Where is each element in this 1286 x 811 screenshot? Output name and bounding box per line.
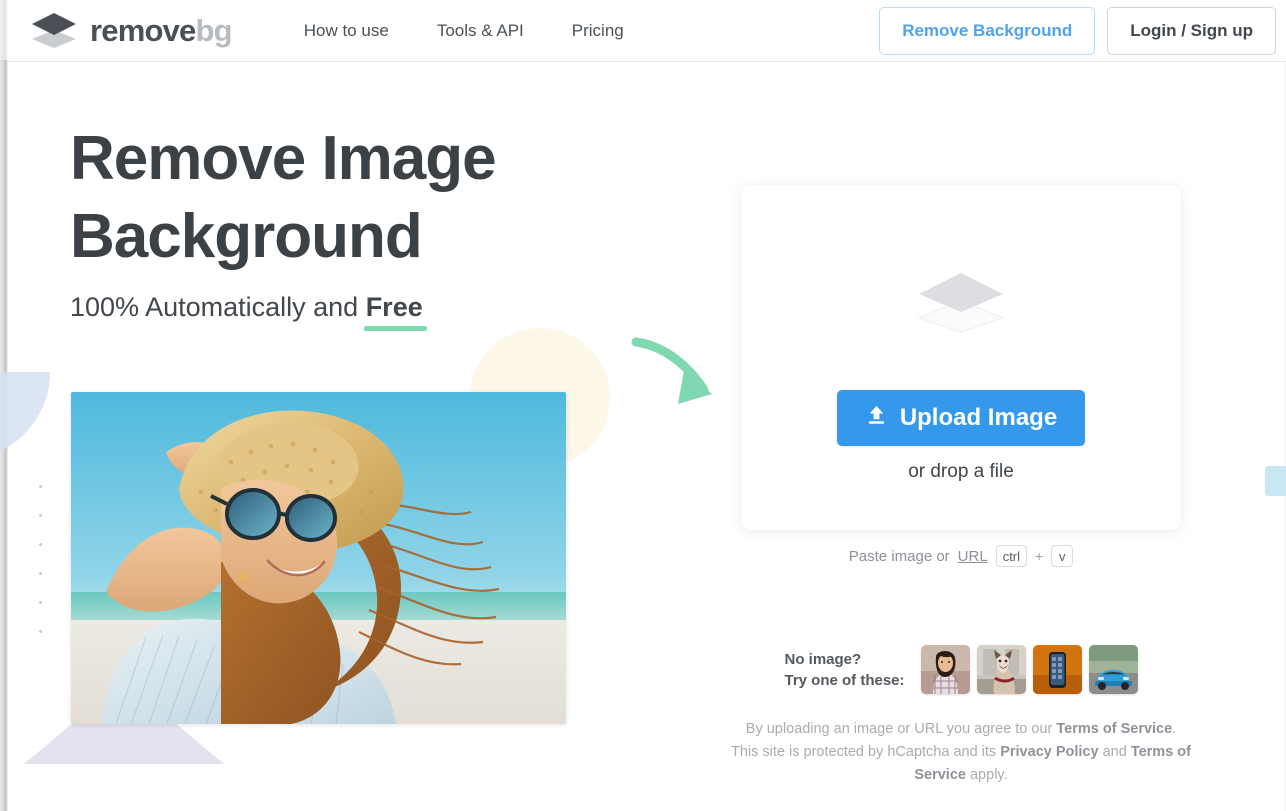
brand-name-secondary: bg [195,13,233,48]
brand-text: removebg [90,13,233,48]
decorative-dot-grid [24,470,66,642]
page-title-line-2: Background [70,202,423,271]
sample-thumbnail-cat[interactable] [976,645,1026,694]
legal-part-4: apply. [965,767,1008,783]
sample-label-line-1: No image? [784,650,862,668]
sample-thumbnail-phone[interactable] [1032,645,1082,694]
brand-name-primary: remove [90,13,196,48]
sample-thumbnail-car[interactable] [1088,645,1138,694]
decorative-quarter-circle [0,372,50,460]
paste-url-link[interactable]: URL [958,548,988,565]
page-root: removebg How to use Tools & API Pricing … [0,0,1286,811]
layers-icon [915,270,1007,334]
curved-arrow-icon [628,336,724,416]
hero-subtitle: 100% Automatically and Free [70,292,630,331]
sample-images-label: No image? Try one of these: [784,649,904,691]
hero-subtitle-highlight: Free [363,292,427,331]
upload-dropzone-card[interactable]: Upload Image or drop a file [741,185,1181,530]
upload-image-button[interactable]: Upload Image [836,390,1086,446]
legal-part-3: and [1098,744,1131,760]
paste-hint-row: Paste image or URL ctrl + v [741,545,1181,567]
sample-thumbnail-woman[interactable] [920,645,970,694]
upload-image-button-label: Upload Image [899,404,1058,431]
sample-thumbnail-list [920,645,1138,694]
feedback-tab[interactable] [1265,466,1286,496]
shortcut-plus: + [1035,548,1044,564]
paste-hint-text: Paste image or [848,547,950,565]
terms-of-service-link-1[interactable]: Terms of Service [1056,721,1172,737]
brand-logo[interactable]: removebg [30,10,233,52]
header-actions: Remove Background Login / Sign up [879,7,1276,55]
hero-subtitle-prefix: 100% Automatically and [70,292,366,322]
upload-icon [865,403,888,433]
remove-background-button[interactable]: Remove Background [879,7,1096,55]
sample-label-line-2: Try one of these: [784,671,905,689]
nav-pricing[interactable]: Pricing [572,21,624,41]
login-signup-button[interactable]: Login / Sign up [1107,7,1276,55]
hero-photo [71,392,566,724]
window-left-edge-top [0,0,8,60]
page-title: Remove Image Background [70,120,630,276]
page-title-line-1: Remove Image [70,124,497,193]
main-navigation: How to use Tools & API Pricing [304,21,624,41]
nav-how-to-use[interactable]: How to use [304,21,389,41]
privacy-policy-link[interactable]: Privacy Policy [1000,744,1098,760]
nav-tools-api[interactable]: Tools & API [437,21,524,41]
sample-images-section: No image? Try one of these: [741,645,1181,694]
drop-file-text: or drop a file [908,461,1014,482]
site-header: removebg How to use Tools & API Pricing … [8,0,1286,62]
legal-part-1: By uploading an image or URL you agree t… [745,721,1057,737]
legal-disclaimer: By uploading an image or URL you agree t… [731,718,1191,787]
shortcut-key-ctrl: ctrl [995,545,1028,567]
shortcut-key-v: v [1051,545,1074,567]
hero-section: Remove Image Background 100% Automatical… [70,120,630,331]
layers-icon [30,10,78,52]
